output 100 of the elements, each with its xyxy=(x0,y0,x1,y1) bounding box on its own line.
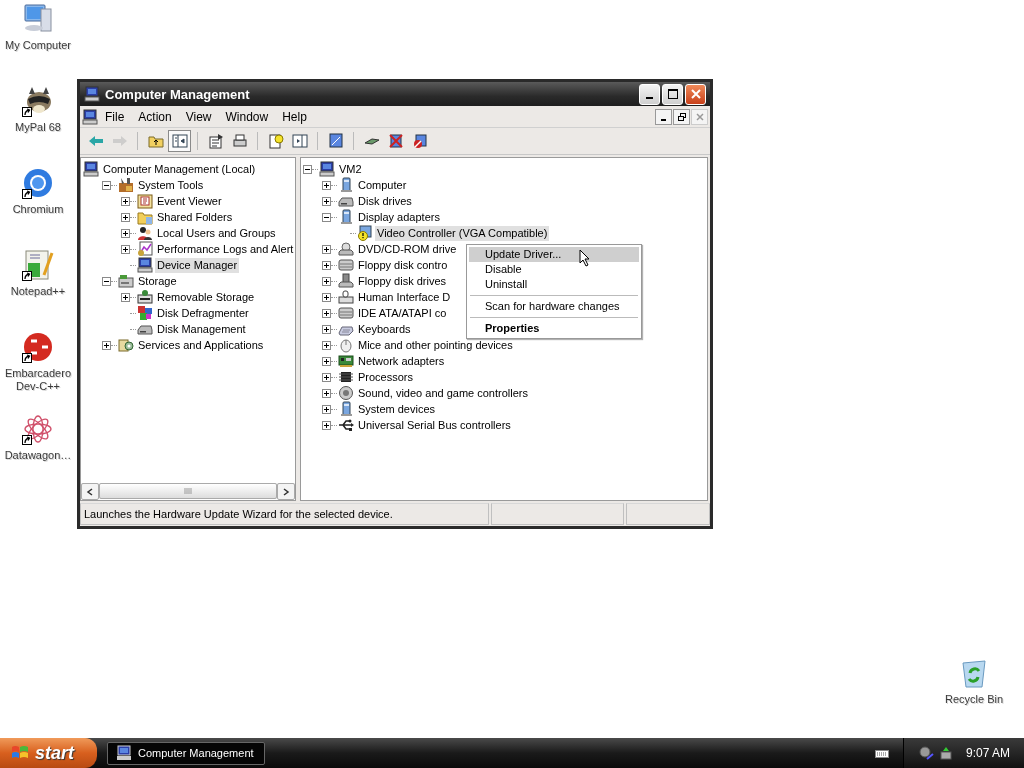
tree-item[interactable]: Disk Management xyxy=(155,321,248,337)
menu-item[interactable]: Help xyxy=(275,107,314,126)
tree-item[interactable]: IDE ATA/ATAPI co xyxy=(356,305,449,321)
tree-item[interactable]: System devices xyxy=(356,401,438,417)
expand-button[interactable] xyxy=(322,420,331,430)
menu-item[interactable]: View xyxy=(178,107,219,126)
tree-item[interactable]: DVD/CD-ROM drive xyxy=(356,241,459,257)
expand-button[interactable] xyxy=(322,308,331,318)
expand-button[interactable] xyxy=(322,196,331,206)
tree-item[interactable]: Video Controller (VGA Compatible) xyxy=(375,225,550,241)
minimize-icon xyxy=(661,119,666,121)
tree-item[interactable]: Display adapters xyxy=(356,209,442,225)
desktop-icon-label[interactable]: MyPal 68 xyxy=(15,121,61,134)
menu-item[interactable]: Update Driver... xyxy=(469,247,639,262)
expand-button[interactable] xyxy=(322,324,331,334)
desktop-icon-label[interactable]: My Computer xyxy=(5,39,71,52)
expand-button[interactable] xyxy=(322,372,331,382)
expand-button[interactable] xyxy=(322,244,331,254)
restore-button[interactable] xyxy=(673,108,690,125)
clock: 9:07 AM xyxy=(965,746,1010,760)
keyboard-icon[interactable] xyxy=(874,748,889,758)
desktop-icon-label[interactable]: Embarcadero Dev-C++ xyxy=(0,367,76,393)
taskbar-button[interactable]: Computer Management xyxy=(107,741,265,765)
desktop-icon-label[interactable]: Chromium xyxy=(12,203,64,216)
tree-item[interactable]: System Tools xyxy=(136,177,206,193)
tree-item[interactable]: Keyboards xyxy=(356,321,413,337)
folder-icon xyxy=(137,209,153,225)
tree-item[interactable]: Computer xyxy=(356,177,409,193)
tree-item[interactable]: Network adapters xyxy=(356,353,447,369)
grip-icon[interactable] xyxy=(184,487,192,495)
menu-item[interactable]: Scan for hardware changes xyxy=(469,299,639,314)
start-button[interactable]: start xyxy=(0,738,97,768)
desktop-icon-label[interactable]: Recycle Bin xyxy=(944,693,1004,706)
tree-item[interactable]: Shared Folders xyxy=(155,209,235,225)
uninstall-icon xyxy=(387,133,404,149)
expand-button[interactable] xyxy=(102,340,111,350)
forward-arrow-icon xyxy=(111,133,128,149)
tree-item[interactable]: Event Viewer xyxy=(155,193,224,209)
desktop-icon-label[interactable]: Notepad++ xyxy=(10,285,66,298)
maximize-button[interactable] xyxy=(662,83,683,105)
expand-button[interactable] xyxy=(121,244,130,254)
expand-button[interactable] xyxy=(322,388,331,398)
disable-icon xyxy=(411,133,428,149)
tree-item[interactable]: Disk Defragmenter xyxy=(155,305,251,321)
menu-item[interactable]: Disable xyxy=(469,262,639,277)
tree-toggle-button[interactable] xyxy=(168,130,191,152)
expand-button[interactable] xyxy=(322,340,331,350)
close-icon xyxy=(694,111,705,122)
collapse-button[interactable] xyxy=(303,164,312,174)
collapse-button[interactable] xyxy=(102,276,111,286)
menu-item[interactable]: Window xyxy=(218,107,276,126)
tree-item[interactable]: Mice and other pointing devices xyxy=(356,337,515,353)
collapse-button[interactable] xyxy=(102,180,111,190)
printer-icon xyxy=(231,133,248,149)
tree-item[interactable]: Disk drives xyxy=(356,193,414,209)
menu-item[interactable]: Properties xyxy=(469,321,639,336)
tree-item[interactable]: Floppy disk contro xyxy=(356,257,450,273)
menu-item[interactable]: Uninstall xyxy=(469,277,639,292)
expand-button[interactable] xyxy=(322,260,331,270)
tree-item[interactable]: Local Users and Groups xyxy=(155,225,278,241)
collapse-button[interactable] xyxy=(322,212,331,222)
safely-remove-icon[interactable] xyxy=(937,745,954,761)
tape-drive-icon xyxy=(137,289,153,305)
properties-icon xyxy=(207,133,224,149)
hid-device-icon xyxy=(338,289,354,305)
tree-toggle-icon xyxy=(171,133,188,149)
expand-button[interactable] xyxy=(322,404,331,414)
tree-item[interactable]: Universal Serial Bus controllers xyxy=(356,417,513,433)
expand-button[interactable] xyxy=(121,292,130,302)
tools-icon xyxy=(118,177,134,193)
tree-item[interactable]: Human Interface D xyxy=(356,289,453,305)
tree-item[interactable]: Computer Management (Local) xyxy=(101,161,258,177)
horizontal-scrollbar[interactable] xyxy=(81,483,295,499)
shortcut-arrow-icon xyxy=(22,107,32,117)
expand-button[interactable] xyxy=(121,196,130,206)
expand-button[interactable] xyxy=(322,276,331,286)
minimize-icon xyxy=(646,96,653,99)
desktop-icon-label[interactable]: Datawagon… xyxy=(4,449,72,462)
tree-item[interactable]: VM2 xyxy=(337,161,364,177)
tree-item[interactable]: Device Manager xyxy=(155,257,240,273)
window-title: Computer Management xyxy=(105,86,250,102)
tree-item[interactable]: Processors xyxy=(356,369,416,385)
expand-button[interactable] xyxy=(322,292,331,302)
tree-item[interactable]: Performance Logs and Alert xyxy=(155,241,295,257)
minimize-button[interactable] xyxy=(655,108,672,125)
tree-item[interactable]: Floppy disk drives xyxy=(356,273,449,289)
tree-item[interactable]: Services and Applications xyxy=(136,337,266,353)
computer-icon xyxy=(84,86,100,102)
menu-item[interactable]: File xyxy=(98,107,132,126)
tree-item[interactable]: Sound, video and game controllers xyxy=(356,385,530,401)
mouse-icon xyxy=(338,337,354,353)
network-icon[interactable] xyxy=(917,745,934,761)
expand-button[interactable] xyxy=(121,228,130,238)
expand-button[interactable] xyxy=(121,212,130,222)
computer-icon xyxy=(137,257,153,273)
tree-item[interactable]: Storage xyxy=(136,273,179,289)
expand-button[interactable] xyxy=(322,356,331,366)
expand-button[interactable] xyxy=(322,180,331,190)
tree-item[interactable]: Removable Storage xyxy=(155,289,257,305)
menu-item[interactable]: Action xyxy=(131,107,179,126)
